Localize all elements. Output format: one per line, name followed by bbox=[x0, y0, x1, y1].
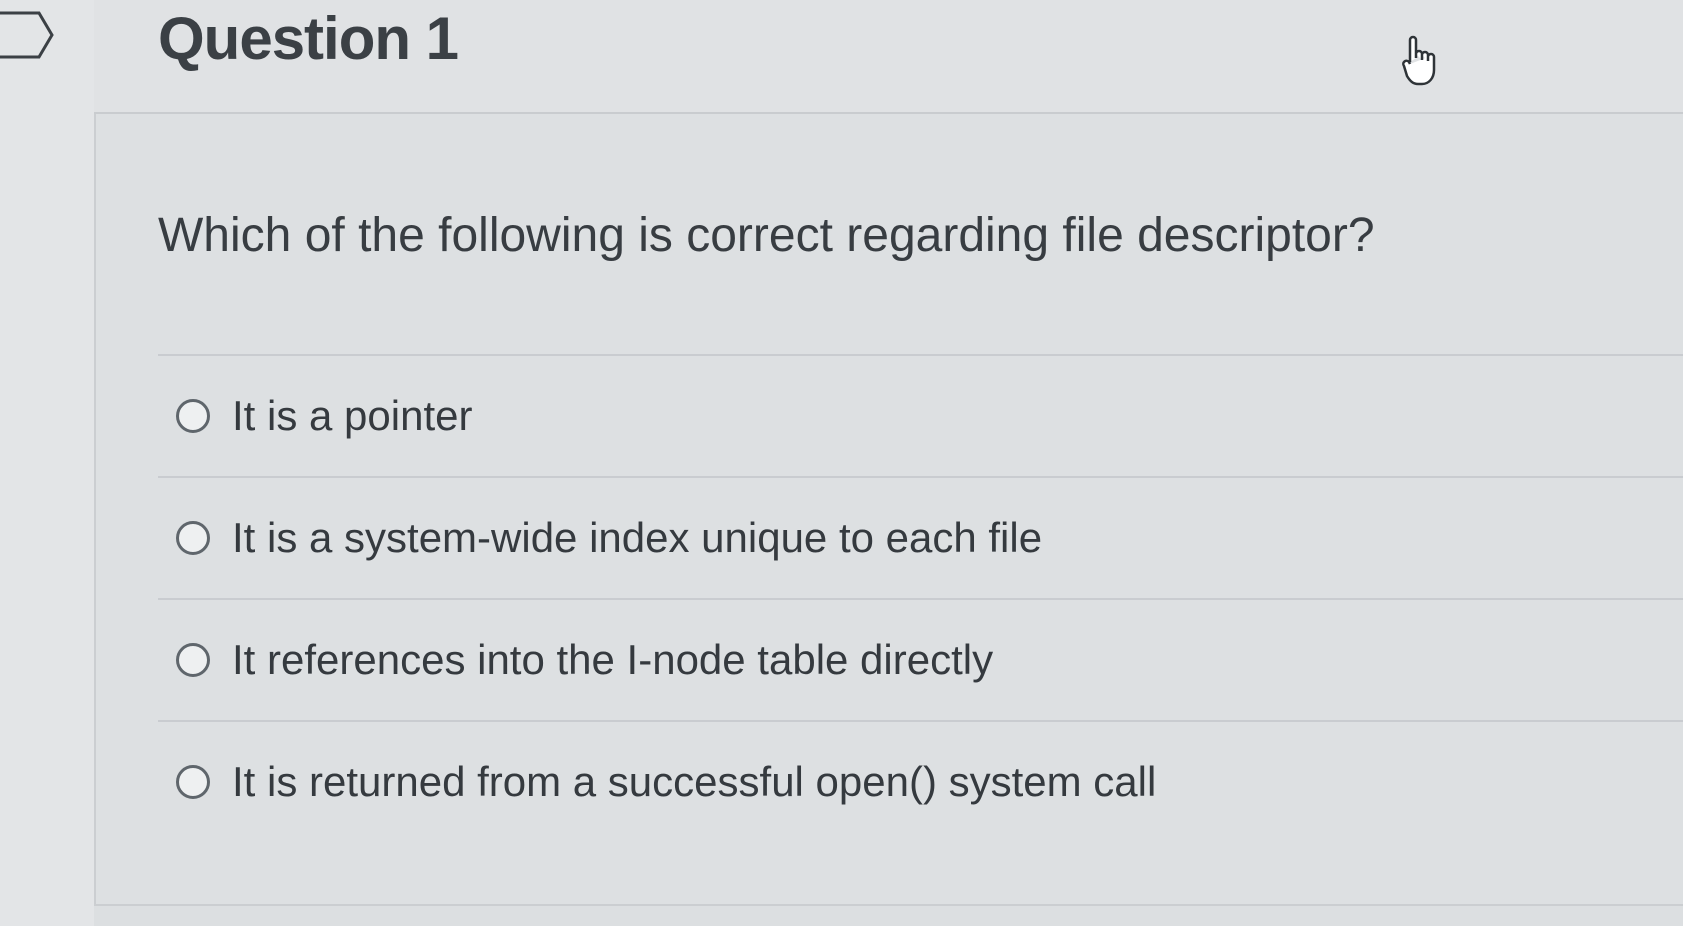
radio-button[interactable] bbox=[176, 521, 210, 555]
answer-label[interactable]: It references into the I-node table dire… bbox=[232, 636, 993, 684]
answer-label[interactable]: It is returned from a successful open() … bbox=[232, 758, 1156, 806]
radio-button[interactable] bbox=[176, 765, 210, 799]
answer-option[interactable]: It references into the I-node table dire… bbox=[158, 598, 1683, 720]
question-prompt: Which of the following is correct regard… bbox=[158, 209, 1375, 262]
answer-options: It is a pointer It is a system-wide inde… bbox=[158, 354, 1683, 842]
radio-button[interactable] bbox=[176, 399, 210, 433]
radio-button[interactable] bbox=[176, 643, 210, 677]
answer-option[interactable]: It is a system-wide index unique to each… bbox=[158, 476, 1683, 598]
answer-label[interactable]: It is a system-wide index unique to each… bbox=[232, 514, 1042, 562]
answer-option[interactable]: It is a pointer bbox=[158, 354, 1683, 476]
question-title: Question 1 bbox=[158, 5, 459, 72]
hand-pointer-icon bbox=[1402, 35, 1436, 86]
flag-icon[interactable] bbox=[0, 10, 60, 60]
left-margin bbox=[0, 0, 94, 926]
answer-option[interactable]: It is returned from a successful open() … bbox=[158, 720, 1683, 842]
answer-label[interactable]: It is a pointer bbox=[232, 392, 472, 440]
